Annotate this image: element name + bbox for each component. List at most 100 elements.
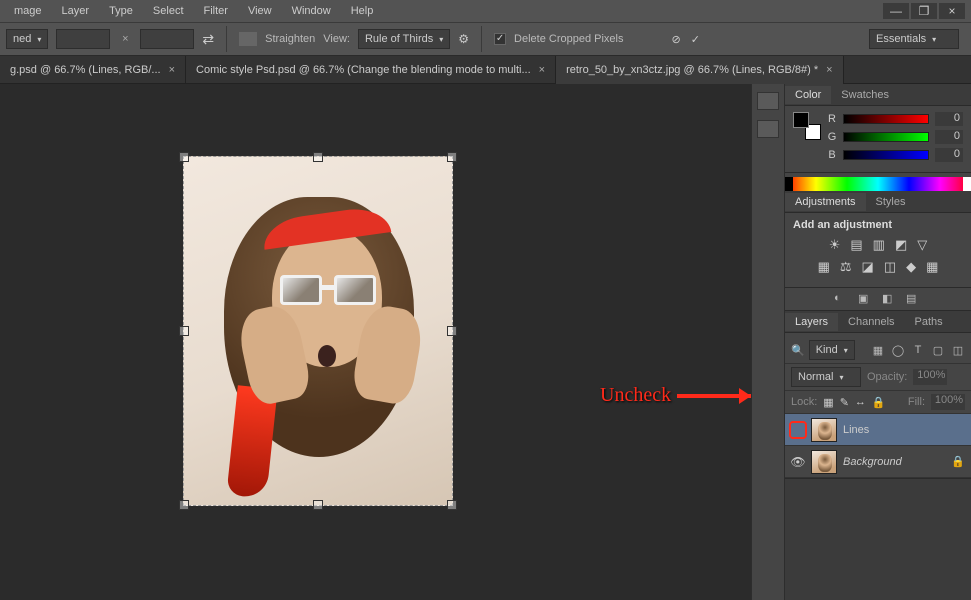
layer-filter-kind-dropdown[interactable]: Kind ▾	[809, 340, 855, 360]
crop-preset-dropdown[interactable]: ned ▾	[6, 29, 48, 49]
photo-filter-icon[interactable]: ◫	[884, 259, 896, 275]
threshold-icon[interactable]: ◧	[882, 292, 898, 304]
curves-icon[interactable]: ▥	[873, 237, 885, 253]
crop-preset-label: ned	[13, 33, 31, 45]
filter-pixel-icon[interactable]: ▦	[871, 344, 885, 357]
delete-cropped-label[interactable]: Delete Cropped Pixels	[514, 33, 623, 45]
panel-tab-color[interactable]: Color	[785, 86, 831, 104]
close-icon[interactable]: ×	[826, 64, 832, 76]
close-icon[interactable]: ×	[169, 64, 175, 76]
foreground-background-swatch[interactable]	[793, 112, 821, 140]
blue-slider[interactable]	[843, 150, 929, 160]
layer-row[interactable]: 👁 Background 🔒	[785, 446, 971, 478]
filter-smart-icon[interactable]: ◫	[951, 344, 965, 357]
document-tab-active[interactable]: retro_50_by_xn3ctz.jpg @ 66.7% (Lines, R…	[556, 56, 844, 84]
foreground-color-swatch[interactable]	[793, 112, 809, 128]
panel-tab-styles[interactable]: Styles	[866, 193, 916, 211]
menu-type[interactable]: Type	[99, 2, 143, 20]
clear-width-icon[interactable]: ×	[118, 32, 132, 46]
crop-options-gear-icon[interactable]: ⚙	[458, 32, 469, 46]
green-value-input[interactable]: 0	[935, 130, 963, 144]
menu-select[interactable]: Select	[143, 2, 194, 20]
crop-handle[interactable]	[179, 326, 189, 336]
layer-thumbnail[interactable]	[811, 450, 837, 474]
lock-all-icon[interactable]: 🔒	[872, 396, 886, 409]
crop-handle[interactable]	[313, 152, 323, 162]
lock-transparent-icon[interactable]: ▦	[823, 396, 833, 409]
crop-height-input[interactable]	[140, 29, 194, 49]
color-balance-icon[interactable]: ⚖	[840, 259, 852, 275]
brightness-contrast-icon[interactable]: ☀	[829, 237, 841, 253]
crop-handle[interactable]	[313, 500, 323, 510]
menu-filter[interactable]: Filter	[194, 2, 238, 20]
menubar: mage Layer Type Select Filter View Windo…	[0, 0, 971, 22]
lock-position-icon[interactable]: ↔	[855, 396, 866, 408]
canvas-area[interactable]: Uncheck	[0, 84, 751, 600]
filter-shape-icon[interactable]: ▢	[931, 344, 945, 357]
minimize-button[interactable]: —	[883, 3, 909, 19]
lock-pixels-icon[interactable]: ✎	[840, 396, 849, 409]
close-window-button[interactable]: ×	[939, 3, 965, 19]
crop-handle[interactable]	[179, 500, 189, 510]
workspace-dropdown[interactable]: Essentials ▾	[869, 29, 959, 49]
crop-handle[interactable]	[179, 152, 189, 162]
panel-tab-swatches[interactable]: Swatches	[831, 86, 899, 104]
gradient-map-icon[interactable]: ▤	[906, 292, 922, 304]
fill-input[interactable]: 100%	[931, 394, 965, 410]
straighten-label[interactable]: Straighten	[265, 33, 315, 45]
green-slider[interactable]	[843, 132, 929, 142]
crop-width-input[interactable]	[56, 29, 110, 49]
document-tab[interactable]: g.psd @ 66.7% (Lines, RGB/... ×	[0, 56, 186, 84]
layer-visibility-toggle[interactable]: 👁	[791, 455, 805, 469]
maximize-button[interactable]: ❐	[911, 3, 937, 19]
commit-crop-icon[interactable]: ✓	[691, 33, 700, 46]
panel-tab-channels[interactable]: Channels	[838, 313, 904, 331]
filter-adjustment-icon[interactable]: ◯	[891, 344, 905, 357]
color-spectrum[interactable]	[785, 177, 971, 191]
document-tab[interactable]: Comic style Psd.psd @ 66.7% (Change the …	[186, 56, 556, 84]
crop-handle[interactable]	[447, 152, 457, 162]
panel-tab-paths[interactable]: Paths	[905, 313, 953, 331]
levels-icon[interactable]: ▤	[850, 237, 862, 253]
layer-name[interactable]: Background	[843, 456, 945, 468]
layer-row[interactable]: Lines	[785, 414, 971, 446]
dock-panel-icon[interactable]	[757, 92, 779, 110]
swap-dimensions-icon[interactable]: ⇄	[202, 31, 214, 48]
panel-tab-adjustments[interactable]: Adjustments	[785, 193, 866, 211]
menu-image[interactable]: mage	[4, 2, 52, 20]
menu-window[interactable]: Window	[282, 2, 341, 20]
color-lookup-icon[interactable]: ▦	[926, 259, 938, 275]
filter-type-icon[interactable]: T	[911, 344, 925, 357]
dock-panel-icon[interactable]	[757, 120, 779, 138]
image-content	[280, 275, 376, 305]
posterize-icon[interactable]: ▣	[858, 292, 874, 304]
invert-icon[interactable]: ◐	[834, 292, 850, 304]
canvas-document[interactable]	[183, 156, 453, 506]
close-icon[interactable]: ×	[539, 64, 545, 76]
channel-mixer-icon[interactable]: ◆	[906, 259, 916, 275]
crop-handle[interactable]	[447, 326, 457, 336]
cancel-crop-icon[interactable]: ⊘	[671, 33, 680, 46]
red-slider[interactable]	[843, 114, 929, 124]
black-white-icon[interactable]: ◪	[862, 259, 874, 275]
straighten-icon[interactable]	[239, 32, 257, 46]
layer-visibility-toggle[interactable]	[791, 423, 805, 437]
menu-view[interactable]: View	[238, 2, 282, 20]
opacity-input[interactable]: 100%	[913, 369, 947, 385]
menu-help[interactable]: Help	[341, 2, 384, 20]
vibrance-icon[interactable]: ▽	[917, 237, 927, 253]
crop-overlay-dropdown[interactable]: Rule of Thirds ▾	[358, 29, 450, 49]
layer-name[interactable]: Lines	[843, 424, 965, 436]
delete-cropped-checkbox[interactable]: ✓	[494, 33, 506, 45]
hue-saturation-icon[interactable]: ▦	[818, 259, 830, 275]
layer-thumbnail[interactable]	[811, 418, 837, 442]
crop-handle[interactable]	[447, 500, 457, 510]
menu-layer[interactable]: Layer	[52, 2, 100, 20]
lock-label: Lock:	[791, 396, 817, 408]
blue-value-input[interactable]: 0	[935, 148, 963, 162]
channel-label: B	[827, 149, 837, 161]
red-value-input[interactable]: 0	[935, 112, 963, 126]
exposure-icon[interactable]: ◩	[895, 237, 907, 253]
panel-tab-layers[interactable]: Layers	[785, 313, 838, 331]
blend-mode-dropdown[interactable]: Normal ▾	[791, 367, 861, 387]
